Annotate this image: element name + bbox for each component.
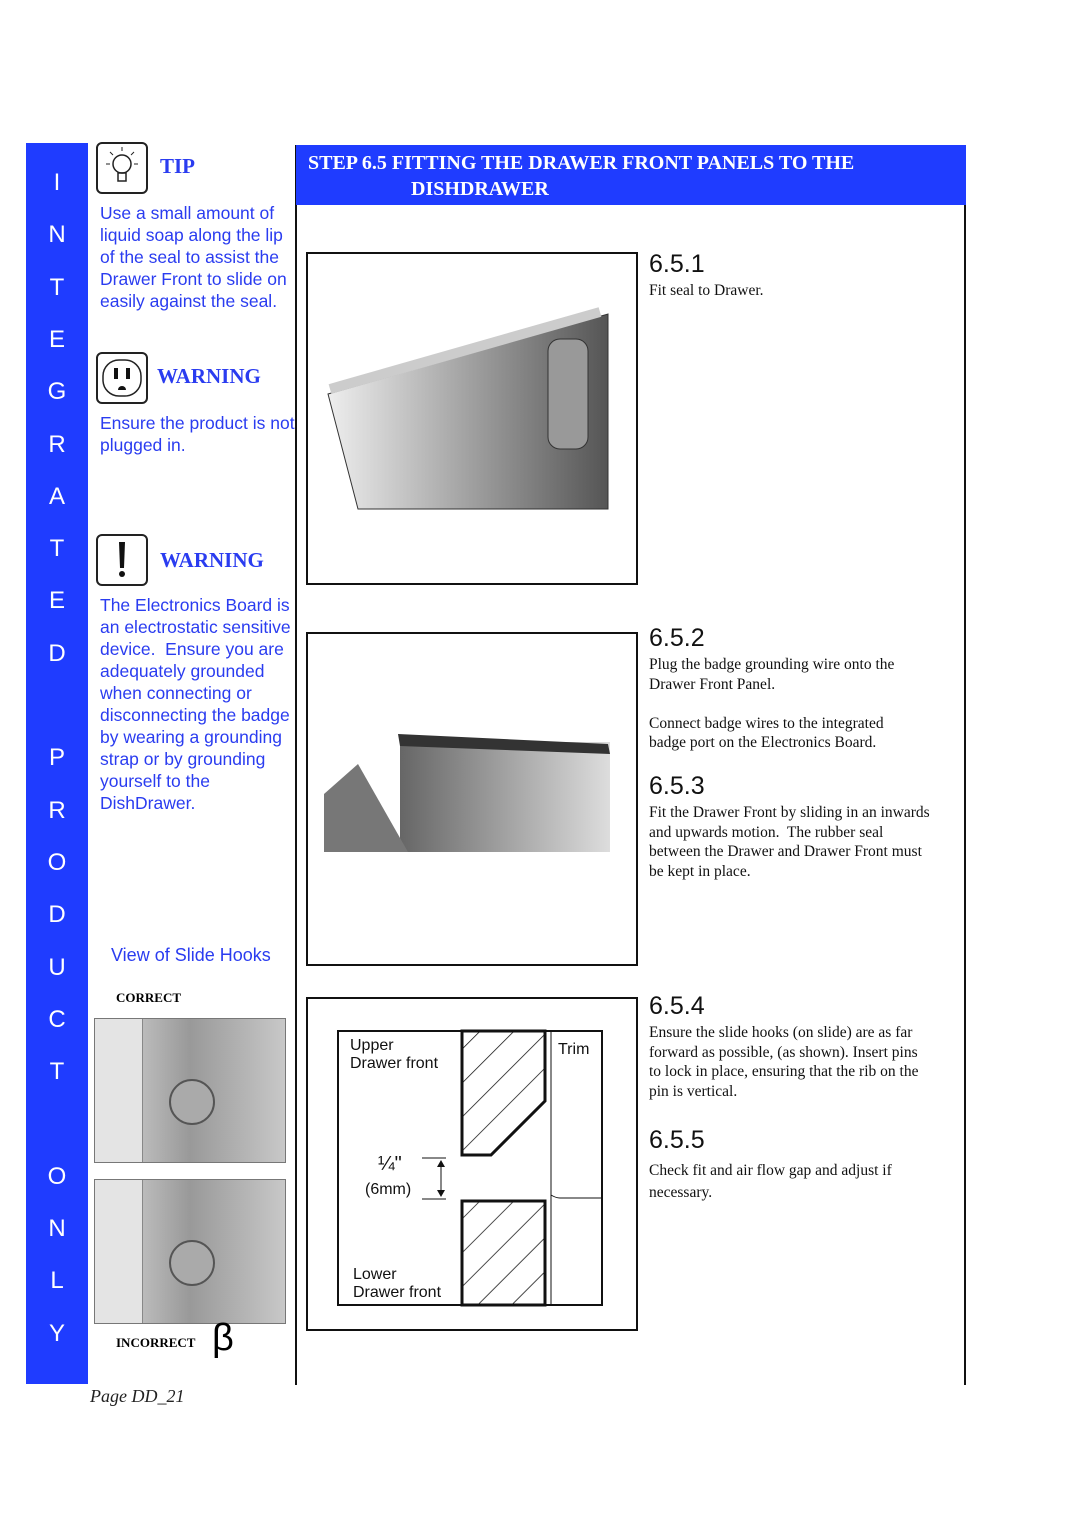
warning2-heading: WARNING — [160, 548, 264, 572]
step-number: 6.5.5 — [649, 1126, 705, 1154]
step-number: 6.5.4 — [649, 992, 705, 1020]
sidebar-letter: D — [48, 901, 66, 929]
sidebar-letter: E — [48, 325, 65, 353]
sidebar-letter: O — [47, 848, 67, 876]
sidebar-letter: R — [48, 796, 66, 824]
upper-drawer-label: Upper Drawer front — [350, 1037, 439, 1072]
sidebar-letter: E — [48, 587, 65, 615]
right-border — [964, 145, 966, 1385]
warning1-text: Ensure the product is not plugged in. — [100, 413, 295, 455]
step-text: Plug the badge grounding wire onto the D… — [649, 656, 895, 751]
sidebar-letter: T — [49, 273, 65, 301]
step-number: 6.5.3 — [649, 772, 705, 800]
sidebar-letter: Y — [48, 1319, 65, 1347]
sidebar-letter: R — [48, 430, 66, 458]
tip-icon-box — [96, 142, 148, 194]
sidebar-letter: N — [48, 221, 66, 249]
correct-label: CORRECT — [116, 990, 182, 1005]
sidebar-letter: C — [48, 1005, 66, 1033]
step-number: 6.5.2 — [649, 624, 705, 652]
step-title-line1: STEP 6.5 FITTING THE DRAWER FRONT PANELS… — [308, 152, 855, 174]
step-text: Ensure the slide hooks (on slide) are as… — [649, 1024, 919, 1100]
sidebar-letter: L — [50, 1267, 64, 1295]
step-number: 6.5.1 — [649, 250, 705, 278]
power-outlet-icon — [96, 352, 148, 404]
step-text: Fit seal to Drawer. — [649, 282, 764, 299]
figure-badge — [306, 632, 638, 966]
gap-fraction: ¼" — [378, 1153, 402, 1175]
sidebar-letter: O — [47, 1162, 67, 1190]
step-title: STEP 6.5 FITTING THE DRAWER FRONT PANELS… — [296, 145, 966, 205]
slide-hooks-title: View of Slide Hooks — [111, 945, 271, 965]
sidebar-letter: U — [48, 953, 66, 981]
step-title-line2: DISHDRAWER — [411, 178, 549, 200]
correct-hook-photo — [94, 1018, 286, 1163]
sidebar-letter: I — [53, 169, 61, 196]
warning2-text: The Electronics Board is an electrostati… — [100, 595, 291, 813]
sidebar-letter: P — [48, 744, 65, 772]
incorrect-label: INCORRECT — [116, 1335, 196, 1350]
gap-mm: (6mm) — [365, 1181, 412, 1198]
step-text: Check fit and air flow gap and adjust if… — [649, 1162, 892, 1201]
tip-heading: TIP — [160, 154, 196, 178]
step-text: Fit the Drawer Front by sliding in an in… — [649, 804, 930, 880]
lower-drawer-label: Lower Drawer front — [353, 1266, 442, 1301]
trim-label: Trim — [558, 1041, 590, 1058]
lightbulb-icon — [96, 142, 148, 194]
warning1-heading: WARNING — [157, 364, 261, 388]
sidebar-banner: INTEGRATEDPRODUCTONLY — [26, 143, 88, 1384]
figure-seal — [306, 252, 638, 585]
sidebar-letter: T — [49, 535, 65, 563]
column-divider — [295, 145, 297, 1385]
sidebar-letter: G — [47, 378, 67, 406]
page-number: Page DD_21 — [90, 1386, 185, 1406]
incorrect-mark: β — [212, 1317, 234, 1359]
sidebar-letter: A — [48, 482, 65, 510]
sidebar-letter: N — [48, 1215, 66, 1242]
exclamation-icon — [96, 534, 148, 586]
sidebar-letter: T — [49, 1058, 65, 1086]
incorrect-hook-photo — [94, 1179, 286, 1324]
figure-gap-diagram: Upper Drawer front Trim ¼" (6mm) Lower D… — [306, 997, 638, 1331]
sidebar-letter: D — [48, 639, 66, 667]
tip-text: Use a small amount of liquid soap along … — [100, 203, 287, 311]
